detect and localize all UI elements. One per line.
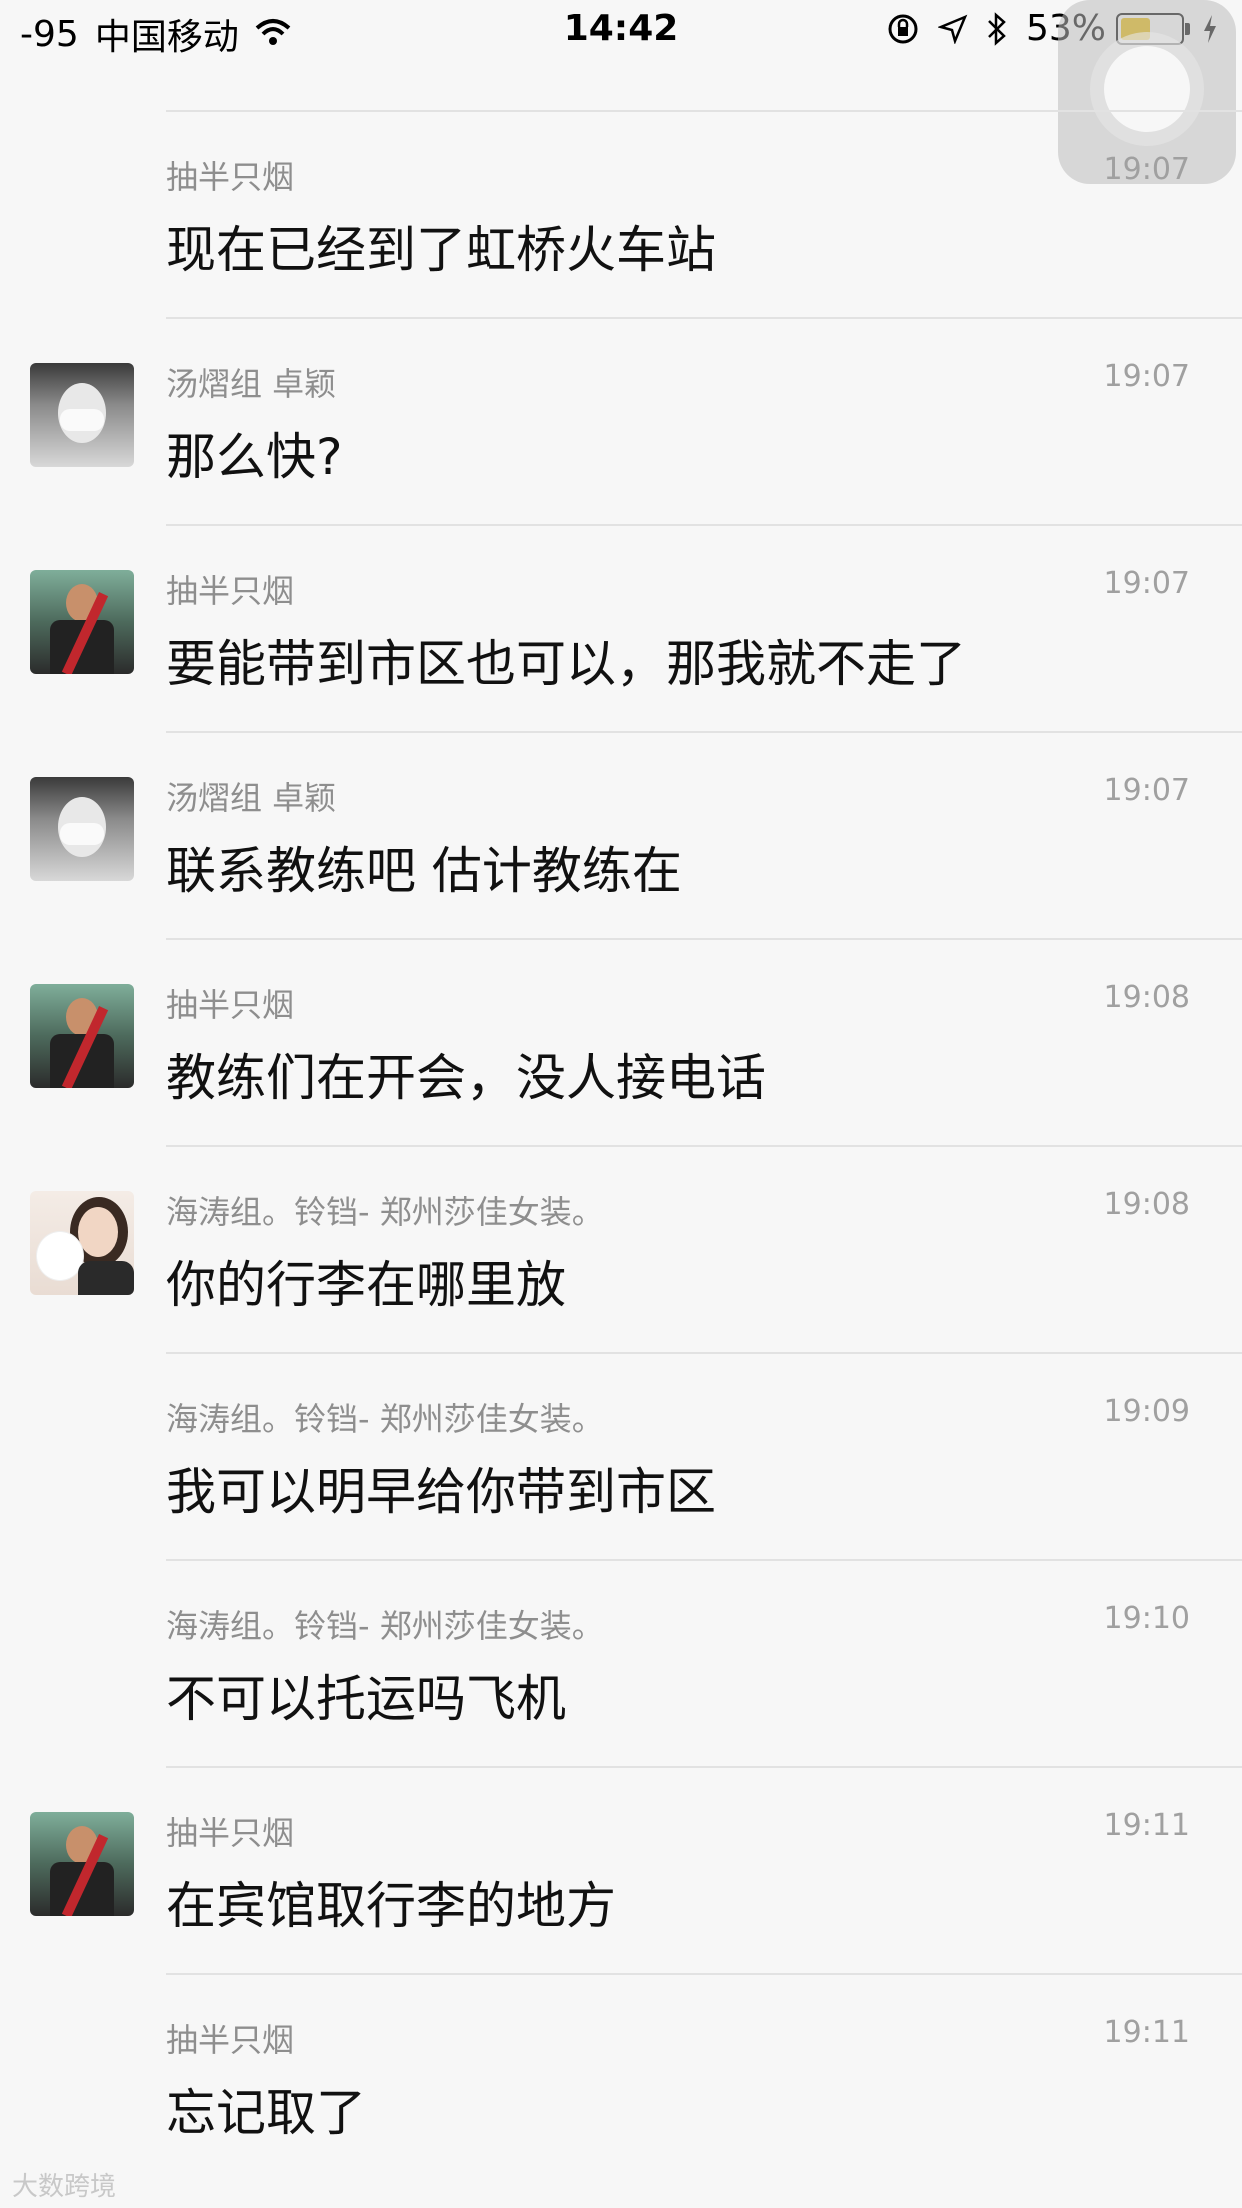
message-sender: 汤熠组 卓颖 — [166, 779, 337, 817]
message-text: 教练们在开会，没人接电话 — [166, 1049, 766, 1107]
message-time: 19:07 — [1103, 359, 1190, 394]
message-sender: 海涛组。铃铛- 郑州莎佳女装。 — [166, 1607, 604, 1645]
message-time: 19:07 — [1103, 773, 1190, 808]
message-text: 要能带到市区也可以，那我就不走了 — [166, 635, 966, 693]
message-row[interactable]: 抽半只烟 19:07 现在已经到了虹桥火车站 — [0, 110, 1242, 317]
message-row[interactable]: 汤熠组 卓颖 19:07 联系教练吧 估计教练在 — [0, 731, 1242, 938]
avatar[interactable] — [30, 570, 134, 674]
message-sender: 海涛组。铃铛- 郑州莎佳女装。 — [166, 1193, 604, 1231]
bluetooth-icon — [986, 11, 1008, 46]
message-divider — [166, 317, 1242, 319]
message-divider — [166, 1973, 1242, 1975]
message-time: 19:09 — [1103, 1394, 1190, 1429]
message-divider — [166, 110, 1242, 112]
message-text: 忘记取了 — [166, 2084, 366, 2142]
avatar[interactable] — [30, 984, 134, 1088]
avatar[interactable] — [30, 1812, 134, 1916]
message-text: 我可以明早给你带到市区 — [166, 1463, 716, 1521]
message-time: 19:07 — [1103, 566, 1190, 601]
message-text: 那么快? — [166, 428, 343, 486]
message-row[interactable]: 抽半只烟 19:11 忘记取了 — [0, 1973, 1242, 2180]
message-row[interactable]: 汤熠组 卓颖 19:07 那么快? — [0, 317, 1242, 524]
message-divider — [166, 938, 1242, 940]
message-row[interactable]: 海涛组。铃铛- 郑州莎佳女装。 19:10 不可以托运吗飞机 — [0, 1559, 1242, 1766]
message-time: 19:11 — [1103, 2015, 1190, 2050]
avatar[interactable] — [30, 1191, 134, 1295]
message-time: 19:08 — [1103, 980, 1190, 1015]
message-sender: 抽半只烟 — [166, 1814, 295, 1852]
status-bar: -95 中国移动 14:42 5 — [0, 0, 1242, 62]
message-text: 现在已经到了虹桥火车站 — [166, 221, 716, 279]
orientation-lock-icon — [886, 12, 920, 46]
message-sender: 海涛组。铃铛- 郑州莎佳女装。 — [166, 1400, 604, 1438]
message-divider — [166, 1145, 1242, 1147]
message-text: 联系教练吧 估计教练在 — [166, 842, 682, 900]
message-text: 不可以托运吗飞机 — [166, 1670, 566, 1728]
message-row[interactable]: 抽半只烟 19:11 在宾馆取行李的地方 — [0, 1766, 1242, 1973]
avatar[interactable] — [30, 777, 134, 881]
message-time: 19:07 — [1103, 152, 1190, 187]
message-divider — [166, 1352, 1242, 1354]
message-sender: 抽半只烟 — [166, 572, 295, 610]
message-divider — [166, 731, 1242, 733]
message-time: 19:10 — [1103, 1601, 1190, 1636]
message-text: 你的行李在哪里放 — [166, 1256, 566, 1314]
avatar[interactable] — [30, 363, 134, 467]
message-sender: 抽半只烟 — [166, 2021, 295, 2059]
location-icon — [937, 14, 968, 44]
message-sender: 汤熠组 卓颖 — [166, 365, 337, 403]
message-row[interactable]: 抽半只烟 19:08 教练们在开会，没人接电话 — [0, 938, 1242, 1145]
message-row[interactable]: 海涛组。铃铛- 郑州莎佳女装。 19:09 我可以明早给你带到市区 — [0, 1352, 1242, 1559]
message-time: 19:11 — [1103, 1808, 1190, 1843]
message-divider — [166, 1766, 1242, 1768]
message-sender: 抽半只烟 — [166, 986, 295, 1024]
message-time: 19:08 — [1103, 1187, 1190, 1222]
message-divider — [166, 524, 1242, 526]
message-text: 在宾馆取行李的地方 — [166, 1877, 616, 1935]
watermark: 大数跨境 — [12, 2172, 117, 2202]
message-row[interactable]: 海涛组。铃铛- 郑州莎佳女装。 19:08 你的行李在哪里放 — [0, 1145, 1242, 1352]
message-sender: 抽半只烟 — [166, 158, 295, 196]
message-divider — [166, 1559, 1242, 1561]
message-row[interactable]: 抽半只烟 19:07 要能带到市区也可以，那我就不走了 — [0, 524, 1242, 731]
